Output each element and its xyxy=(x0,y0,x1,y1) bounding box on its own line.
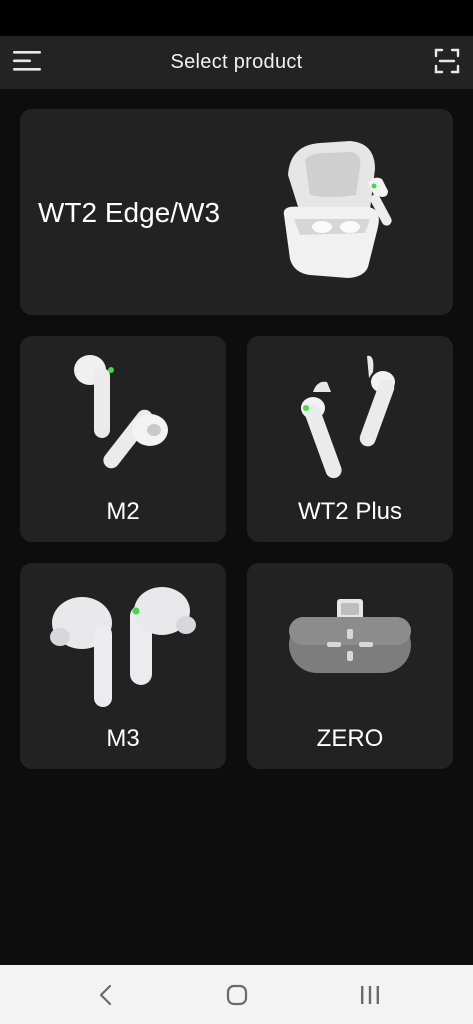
back-chevron-icon[interactable] xyxy=(92,981,120,1009)
page-title: Select product xyxy=(170,51,303,73)
zero-device-image xyxy=(289,599,411,673)
m2-earbuds-image xyxy=(74,355,168,469)
hamburger-menu-icon[interactable] xyxy=(12,46,42,76)
product-card-zero[interactable]: ZERO xyxy=(247,563,453,769)
status-bar xyxy=(0,0,473,36)
scan-icon[interactable] xyxy=(433,47,461,75)
product-label: M2 xyxy=(106,498,140,525)
home-icon[interactable] xyxy=(223,981,251,1009)
app-bar: Select product xyxy=(0,36,473,89)
wt2-plus-earbuds-image xyxy=(301,355,395,479)
product-label: WT2 Plus xyxy=(297,498,402,525)
product-label: M3 xyxy=(106,725,140,752)
m3-earbuds-image xyxy=(50,587,196,707)
wt2-edge-case-image xyxy=(283,141,392,278)
product-card-m3[interactable]: M3 xyxy=(20,563,226,769)
product-grid: WT2 Edge/W3 M2 WT2 Plus M3 ZERO xyxy=(0,89,473,965)
recent-apps-icon[interactable] xyxy=(356,981,384,1009)
product-card-m2[interactable]: M2 xyxy=(20,336,226,542)
product-card-wt2-plus[interactable]: WT2 Plus xyxy=(247,336,453,542)
product-card-wt2-edge-w3[interactable]: WT2 Edge/W3 xyxy=(20,109,453,315)
product-label: WT2 Edge/W3 xyxy=(38,197,221,228)
system-navigation-bar xyxy=(0,965,473,1024)
product-label: ZERO xyxy=(316,725,384,752)
